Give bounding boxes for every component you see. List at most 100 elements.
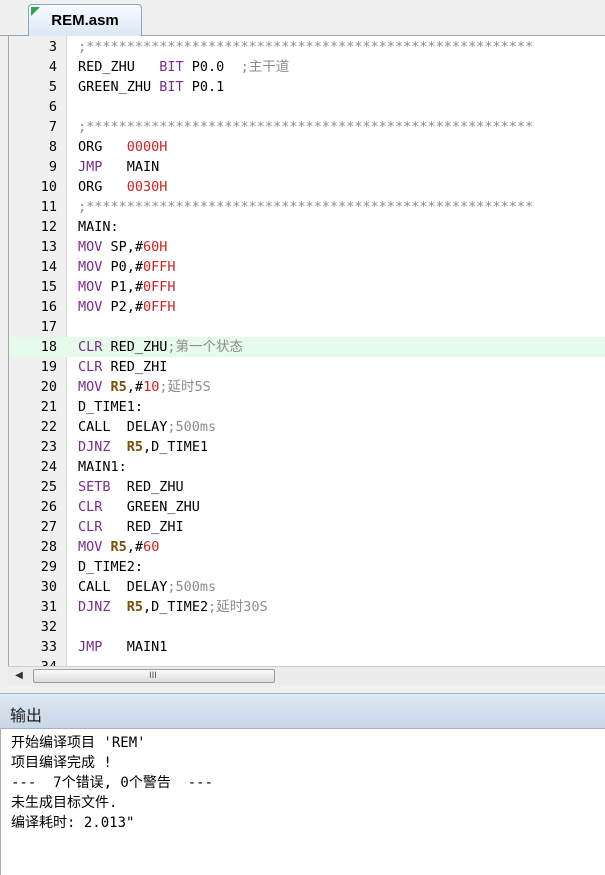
output-panel-header: 输出 [0, 693, 605, 729]
code-line[interactable]: 6 [9, 97, 605, 117]
code-token: RED_ZHU [110, 479, 184, 495]
line-number: 28 [40, 539, 57, 555]
tab-bar: REM.asm [0, 0, 605, 37]
panel-divider[interactable] [0, 685, 605, 693]
code-text: D_TIME2: [78, 557, 143, 577]
code-text: MOV P2,#0FFH [78, 297, 176, 317]
code-token: MAIN1 [102, 639, 168, 655]
code-token: JMP [78, 159, 103, 175]
code-line[interactable]: 5 GREEN_ZHU BIT P0.1 [9, 77, 605, 97]
code-text: RED_ZHU BIT P0.0 ;主干道 [78, 57, 289, 77]
code-token: P1,# [102, 279, 144, 295]
code-token: SP,# [102, 239, 144, 255]
code-text: DJNZ R5,D_TIME1 [78, 437, 208, 457]
code-text: MOV R5,#60 [78, 537, 159, 557]
output-line: --- 7个错误, 0个警告 --- [11, 775, 214, 791]
code-text: ;***************************************… [78, 37, 533, 57]
scrollbar-grip-icon: III [149, 671, 157, 681]
code-line[interactable]: 8 ORG 0000H [9, 137, 605, 157]
code-text: JMP MAIN [78, 157, 159, 177]
code-line[interactable]: 24 MAIN1: [9, 457, 605, 477]
code-token: CALL DELAY [78, 419, 168, 435]
code-token: MAIN [102, 159, 160, 175]
code-line[interactable]: 23 DJNZ R5,D_TIME1 [9, 437, 605, 457]
line-number: 8 [48, 139, 57, 155]
code-line[interactable]: 32 [9, 617, 605, 637]
line-number: 25 [40, 479, 57, 495]
code-line[interactable]: 17 [9, 317, 605, 337]
line-number: 21 [40, 399, 57, 415]
code-token: MAIN1: [78, 459, 127, 475]
code-line[interactable]: 12 MAIN: [9, 217, 605, 237]
code-text: CLR GREEN_ZHU [78, 497, 200, 517]
code-token: ORG [78, 179, 127, 195]
code-line[interactable]: 15 MOV P1,#0FFH [9, 277, 605, 297]
code-line[interactable]: 28 MOV R5,#60 [9, 537, 605, 557]
code-line[interactable]: 10 ORG 0030H [9, 177, 605, 197]
code-token: RED_ZHI [102, 519, 184, 535]
code-line[interactable]: 33 JMP MAIN1 [9, 637, 605, 657]
code-line[interactable]: 26 CLR GREEN_ZHU [9, 497, 605, 517]
code-text: CALL DELAY;500ms [78, 577, 216, 597]
code-line[interactable]: 9 JMP MAIN [9, 157, 605, 177]
horizontal-scrollbar[interactable]: ◀ III [8, 666, 605, 685]
code-line[interactable]: 13 MOV SP,#60H [9, 237, 605, 257]
code-line[interactable]: 20 MOV R5,#10;延时5S [9, 377, 605, 397]
code-line[interactable]: 4 RED_ZHU BIT P0.0 ;主干道 [9, 57, 605, 77]
line-number: 12 [40, 219, 57, 235]
code-line[interactable]: 14 MOV P0,#0FFH [9, 257, 605, 277]
code-token: ;延时5S [159, 379, 211, 395]
code-line[interactable]: 3 ;**************************************… [9, 37, 605, 57]
code-lines: 3 ;**************************************… [9, 37, 605, 668]
line-number: 13 [40, 239, 57, 255]
line-number: 32 [40, 619, 57, 635]
code-token: MOV [78, 259, 103, 275]
code-text: CLR RED_ZHU;第一个状态 [78, 337, 243, 357]
code-line[interactable]: 22 CALL DELAY;500ms [9, 417, 605, 437]
code-line[interactable]: 27 CLR RED_ZHI [9, 517, 605, 537]
code-token: ;第一个状态 [167, 339, 244, 355]
code-line[interactable]: 31 DJNZ R5,D_TIME2;延时30S [9, 597, 605, 617]
line-number: 15 [40, 279, 57, 295]
scrollbar-thumb[interactable]: III [33, 669, 275, 683]
code-token: 60 [143, 539, 160, 555]
tab-rem-asm[interactable]: REM.asm [28, 4, 142, 37]
line-number: 4 [48, 59, 57, 75]
code-line[interactable]: 16 MOV P2,#0FFH [9, 297, 605, 317]
code-line[interactable]: 18 CLR RED_ZHU;第一个状态 [9, 337, 605, 357]
code-line[interactable]: 29 D_TIME2: [9, 557, 605, 577]
line-number: 14 [40, 259, 57, 275]
code-token: ;主干道 [240, 59, 290, 75]
line-number: 18 [40, 339, 57, 355]
code-line[interactable]: 19 CLR RED_ZHI [9, 357, 605, 377]
code-line[interactable]: 30 CALL DELAY;500ms [9, 577, 605, 597]
code-text: MOV P1,#0FFH [78, 277, 176, 297]
scroll-left-icon[interactable]: ◀ [12, 669, 26, 683]
code-line[interactable]: 11 ;*************************************… [9, 197, 605, 217]
code-line[interactable]: 21 D_TIME1: [9, 397, 605, 417]
code-token: BIT [159, 59, 184, 75]
line-number: 22 [40, 419, 57, 435]
code-token: ;500ms [167, 419, 217, 435]
line-number: 11 [40, 199, 57, 215]
tab-label: REM.asm [51, 12, 119, 29]
code-text: D_TIME1: [78, 397, 143, 417]
code-token: R5 [110, 539, 127, 555]
code-line[interactable]: 7 ;**************************************… [9, 117, 605, 137]
output-panel[interactable]: 开始编译项目 'REM' 项目编译完成 ! --- 7个错误, 0个警告 --- 未生… [0, 729, 605, 875]
code-token: CALL DELAY [78, 579, 168, 595]
code-token: ;延时30S [208, 599, 268, 615]
line-number: 7 [48, 119, 57, 135]
code-token: GREEN_ZHU [102, 499, 200, 515]
code-token: R5 [126, 599, 144, 615]
code-token: DJNZ [78, 439, 111, 455]
code-token: RED_ZHU [102, 339, 168, 355]
code-line[interactable]: 25 SETB RED_ZHU [9, 477, 605, 497]
scroll-right-icon[interactable] [588, 669, 602, 683]
line-number: 23 [40, 439, 57, 455]
line-number: 31 [40, 599, 57, 615]
code-editor[interactable]: 3 ;**************************************… [8, 36, 605, 668]
code-text: GREEN_ZHU BIT P0.1 [78, 77, 224, 97]
line-number: 16 [40, 299, 57, 315]
